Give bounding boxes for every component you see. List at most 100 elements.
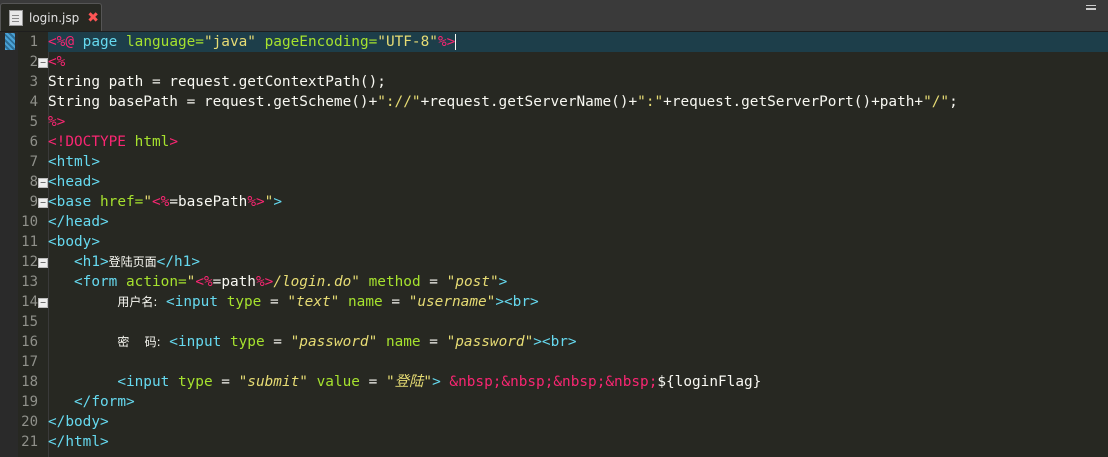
code-line-9[interactable]: <base href="<%=basePath%>"> <box>48 192 1108 212</box>
equals: = <box>429 334 438 350</box>
code-line-12[interactable]: <h1>登陆页面</h1> <box>48 252 1108 272</box>
code-line-5[interactable]: %> <box>48 112 1108 132</box>
code-line-13[interactable]: <form action="<%=path%>/login.do" method… <box>48 272 1108 292</box>
field-label: 用户名: <box>117 295 158 309</box>
code-line-6[interactable]: <!DOCTYPE html> <box>48 132 1108 152</box>
code-line-14[interactable]: 用户名: <input type = "text" name = "userna… <box>48 292 1108 312</box>
fold-toggle-icon[interactable]: − <box>38 198 48 208</box>
tag: <br> <box>541 334 577 350</box>
attr-name: type <box>226 294 262 310</box>
tab-login-jsp[interactable]: login.jsp ✖ <box>0 3 102 31</box>
fold-toggle-icon[interactable]: − <box>38 58 48 68</box>
jsp-expr-open: <% <box>195 274 213 290</box>
fold-toggle-icon[interactable]: − <box>38 178 48 188</box>
line-number: 14 <box>21 294 38 310</box>
attr-value: /login.do <box>273 274 352 290</box>
code-line-21[interactable]: </html> <box>48 432 1108 452</box>
equals: = <box>273 334 282 350</box>
tag-bracket: > <box>498 274 508 290</box>
line-number: 8 <box>29 174 38 190</box>
string-literal: "/" <box>923 94 950 110</box>
code-line-18[interactable]: <input type = "submit" value = "登陆"> &nb… <box>48 372 1108 392</box>
attr-name: value <box>316 374 360 390</box>
line-number: 20 <box>21 414 38 430</box>
attr-name: pageEncoding= <box>264 34 378 50</box>
line-number: 13 <box>21 274 38 290</box>
code-text: +request.getServerName()+ <box>420 94 638 110</box>
code-line-20[interactable]: </body> <box>48 412 1108 432</box>
code-line-2[interactable]: <% <box>48 52 1108 72</box>
code-text: String basePath = request.getScheme()+ <box>48 94 378 110</box>
minimize-icon[interactable] <box>1086 5 1096 10</box>
overview-ruler <box>0 32 18 457</box>
attr-name: type <box>229 334 265 350</box>
tag: <input <box>166 294 219 310</box>
attr-name: language= <box>126 34 204 50</box>
attr-value: "password" <box>290 334 378 350</box>
code-line-10[interactable]: </head> <box>48 212 1108 232</box>
text-cursor <box>455 34 457 50</box>
field-label: 密 码: <box>117 335 161 349</box>
line-number: 15 <box>21 314 38 330</box>
equals: = <box>270 294 279 310</box>
code-line-1[interactable]: <%@ page language="java" pageEncoding="U… <box>48 32 1108 52</box>
code-line-7[interactable]: <html> <box>48 152 1108 172</box>
attr-quote: " <box>264 194 274 210</box>
line-number-gutter: 1 2 3 4 5 6 7 8 9 10 11 12 13 14 15 16 1… <box>18 32 49 457</box>
equals: = <box>391 294 401 310</box>
fold-toggle-icon[interactable]: − <box>38 298 48 308</box>
tag: <form <box>74 274 118 290</box>
code-editor[interactable]: 1 2 3 4 5 6 7 8 9 10 11 12 13 14 15 16 1… <box>0 32 1108 457</box>
tag: <input <box>117 374 170 390</box>
attr-value: "post" <box>446 274 499 290</box>
jsp-expr-close: %> <box>255 274 274 290</box>
tag: </form> <box>74 394 135 410</box>
line-number: 9 <box>29 194 38 210</box>
jsp-directive-close: %> <box>437 34 456 50</box>
line-number: 21 <box>21 434 38 450</box>
equals: = <box>429 274 438 290</box>
heading-text: 登陆页面 <box>108 255 157 269</box>
el-expression: ${loginFlag} <box>657 374 762 390</box>
code-line-11[interactable]: <body> <box>48 232 1108 252</box>
tag: </h1> <box>156 254 200 270</box>
jsp-expr: =basePath <box>169 194 248 210</box>
equals: = <box>221 374 230 390</box>
attr-value: "UTF-8" <box>377 34 438 50</box>
tag-bracket: > <box>273 194 282 210</box>
attr-quote: " <box>351 274 360 290</box>
directive-name: page <box>82 34 118 50</box>
attr-value: "text" <box>287 294 340 310</box>
line-number: 5 <box>29 114 38 130</box>
tag-bracket: > <box>432 374 441 390</box>
fold-toggle-icon[interactable]: − <box>38 258 48 268</box>
attr-name: href= <box>100 194 144 210</box>
attr-value: "submit" <box>238 374 308 390</box>
line-number: 6 <box>29 134 38 150</box>
line-number: 10 <box>21 214 38 230</box>
attr-value: "java" <box>203 34 256 50</box>
code-line-16[interactable]: 密 码: <input type = "password" name = "pa… <box>48 332 1108 352</box>
attr-name: method <box>368 274 421 290</box>
html-entity: &nbsp;&nbsp;&nbsp;&nbsp; <box>449 374 658 390</box>
line-number: 1 <box>29 34 38 50</box>
attr-name: name <box>385 334 421 350</box>
code-text: ; <box>949 94 958 110</box>
code-line-3[interactable]: String path = request.getContextPath(); <box>48 72 1108 92</box>
tag: <base <box>48 194 92 210</box>
tag: <br> <box>504 294 539 310</box>
line-number: 18 <box>21 374 38 390</box>
line-number: 4 <box>29 94 38 110</box>
line-number: 12 <box>21 254 38 270</box>
attr-value: "登陆" <box>385 374 433 390</box>
string-literal: "://" <box>377 94 421 110</box>
code-line-4[interactable]: String basePath = request.getScheme()+":… <box>48 92 1108 112</box>
line-number: 3 <box>29 74 38 90</box>
code-line-8[interactable]: <head> <box>48 172 1108 192</box>
code-area[interactable]: <%@ page language="java" pageEncoding="U… <box>48 32 1108 457</box>
line-number: 17 <box>21 354 38 370</box>
editor-tab-bar: login.jsp ✖ <box>0 0 1108 32</box>
code-line-19[interactable]: </form> <box>48 392 1108 412</box>
attr-name: type <box>177 374 213 390</box>
close-icon[interactable]: ✖ <box>87 10 99 26</box>
